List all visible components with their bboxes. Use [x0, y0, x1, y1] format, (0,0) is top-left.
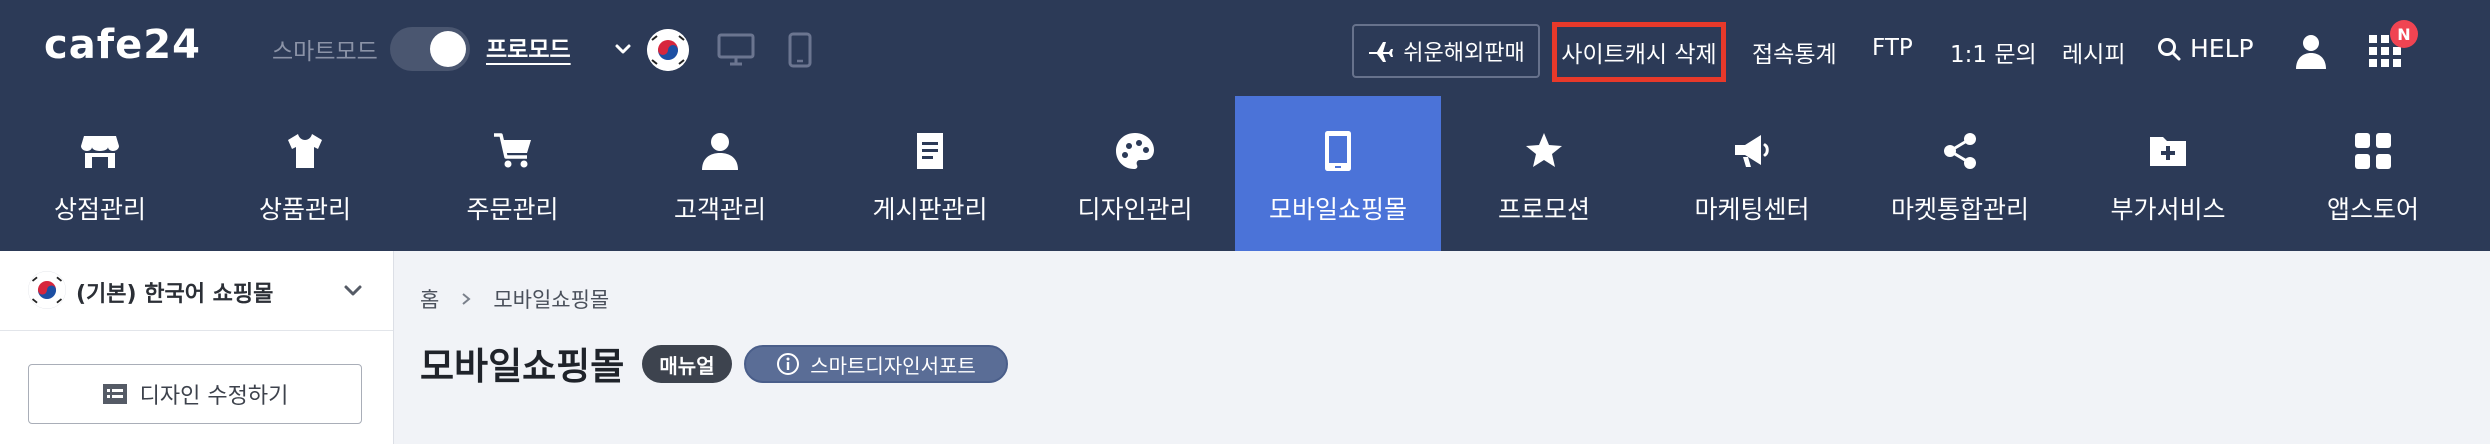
layout-icon [102, 384, 127, 404]
sidebar: (기본) 한국어 쇼핑몰 디자인 수정하기 [0, 251, 394, 444]
breadcrumb-home[interactable]: 홈 [420, 284, 439, 314]
toggle-knob [430, 31, 466, 67]
breadcrumb-mobile-shop[interactable]: 모바일쇼핑몰 [493, 284, 609, 314]
site-cache-delete-button[interactable]: 사이트캐시 삭제 [1552, 22, 1726, 82]
help-label: HELP [2190, 34, 2254, 63]
edit-design-label: 디자인 수정하기 [139, 384, 289, 409]
nav-additional-services[interactable]: 부가서비스 [2063, 96, 2273, 251]
nav-customer-management[interactable]: 고객관리 [615, 96, 825, 251]
nav-label: 게시판관리 [872, 195, 988, 224]
mobile-icon [1325, 131, 1351, 171]
share-icon [1944, 133, 1976, 169]
edit-design-button[interactable]: 디자인 수정하기 [28, 364, 362, 424]
page-title: 모바일쇼핑몰 [420, 345, 625, 388]
nav-order-management[interactable]: 주문관리 [410, 96, 615, 251]
nav-label: 프로모션 [1497, 195, 1590, 224]
nav-product-management[interactable]: 상품관리 [200, 96, 410, 251]
breadcrumb: 홈 모바일쇼핑몰 [420, 284, 609, 314]
person-icon [702, 133, 738, 170]
nav-market-integration[interactable]: 마켓통합관리 [1857, 96, 2063, 251]
new-badge: N [2390, 20, 2418, 48]
info-icon [777, 353, 800, 375]
nav-marketing-center[interactable]: 마케팅센터 [1647, 96, 1857, 251]
nav-promotion[interactable]: 프로모션 [1441, 96, 1647, 251]
korea-flag-icon[interactable] [647, 29, 689, 71]
nav-board-management[interactable]: 게시판관리 [825, 96, 1035, 251]
nav-label: 디자인관리 [1077, 195, 1193, 224]
smart-design-support-label: 스마트디자인서포트 [810, 353, 976, 378]
top-bar: cafe24 스마트모드 프로모드 쉬운해외판매 사이트캐시 삭제 접속통계 F… [0, 0, 2490, 96]
site-cache-delete-label: 사이트캐시 삭제 [1561, 42, 1717, 68]
star-icon [1526, 133, 1562, 167]
nav-label: 마케팅센터 [1694, 195, 1810, 224]
manual-button[interactable]: 매뉴얼 [642, 345, 732, 383]
global-sale-button[interactable]: 쉬운해외판매 [1352, 24, 1540, 78]
user-icon[interactable] [2294, 32, 2328, 70]
tshirt-icon [288, 134, 322, 168]
grid-icon [2355, 133, 2391, 169]
nav-store-management[interactable]: 상점관리 [0, 96, 200, 251]
inquiry-link[interactable]: 1:1 문의 [1950, 35, 2037, 69]
nav-app-store[interactable]: 앱스토어 [2273, 96, 2473, 251]
pc-icon[interactable] [716, 32, 756, 68]
nav-label: 부가서비스 [2110, 195, 2226, 224]
board-icon [917, 133, 943, 169]
recipe-link[interactable]: 레시피 [2062, 35, 2125, 69]
nav-label: 상품관리 [258, 195, 351, 224]
airplane-icon [1369, 42, 1394, 62]
chevron-down-icon[interactable] [612, 38, 634, 60]
folder-plus-icon [2150, 137, 2186, 166]
nav-label: 앱스토어 [2326, 195, 2419, 224]
cafe24-logo[interactable]: cafe24 [44, 22, 201, 68]
mode-toggle[interactable] [390, 27, 470, 71]
shop-selector[interactable]: (기본) 한국어 쇼핑몰 [0, 251, 393, 331]
nav-mobile-shop[interactable]: 모바일쇼핑몰 [1235, 96, 1441, 251]
chevron-right-icon [462, 293, 471, 305]
store-icon [81, 136, 119, 168]
mobile-device-icon[interactable] [784, 32, 816, 68]
main-nav: 상점관리 상품관리 주문관리 고객관리 게시판관리 디자인관리 모바일쇼핑몰 프… [0, 96, 2490, 251]
palette-icon [1116, 133, 1154, 169]
smart-mode-label[interactable]: 스마트모드 [272, 32, 378, 66]
search-icon [2158, 37, 2181, 60]
korea-flag-icon [28, 271, 66, 309]
nav-label: 마켓통합관리 [1890, 195, 2029, 224]
cart-icon [493, 133, 531, 168]
smart-design-support-button[interactable]: 스마트디자인서포트 [744, 345, 1008, 383]
megaphone-icon [1735, 135, 1769, 167]
shop-label: (기본) 한국어 쇼핑몰 [76, 282, 274, 307]
pro-mode-label[interactable]: 프로모드 [486, 30, 571, 64]
global-sale-label: 쉬운해외판매 [1403, 41, 1525, 66]
nav-label: 상점관리 [53, 195, 146, 224]
ftp-link[interactable]: FTP [1872, 35, 1913, 61]
nav-label: 모바일쇼핑몰 [1268, 195, 1407, 224]
chevron-down-icon [344, 285, 362, 296]
help-link[interactable]: HELP [2156, 34, 2254, 63]
nav-label: 고객관리 [673, 195, 766, 224]
nav-label: 주문관리 [466, 195, 559, 224]
nav-design-management[interactable]: 디자인관리 [1035, 96, 1235, 251]
access-stats-link[interactable]: 접속통계 [1752, 35, 1837, 69]
